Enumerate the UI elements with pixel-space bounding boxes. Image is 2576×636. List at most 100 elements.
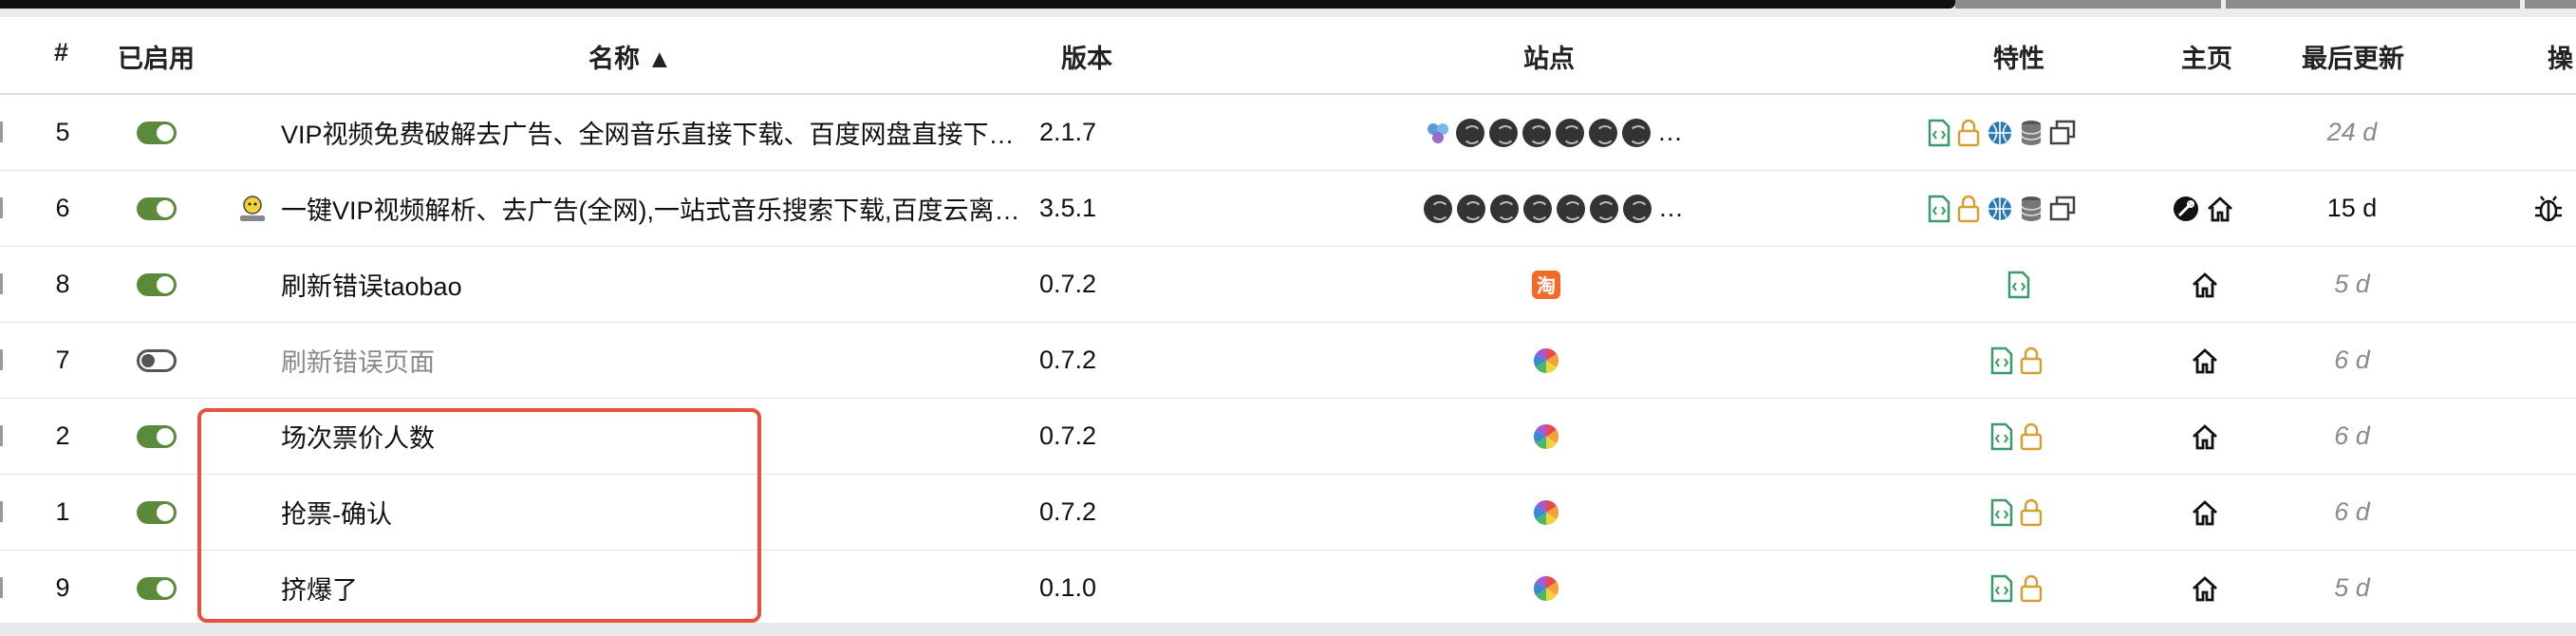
table-row[interactable]: 6 一键VIP视频解析、去广告(全网),一站式音乐搜索下载,百度云离… 3.5.…: [0, 171, 2576, 247]
script-file-icon: [1989, 574, 2014, 603]
header-updated[interactable]: 最后更新: [2302, 38, 2404, 75]
enable-toggle[interactable]: [135, 399, 178, 474]
home-icon[interactable]: [2205, 194, 2235, 224]
bug-icon[interactable]: [2532, 171, 2576, 246]
script-version: 3.5.1: [1039, 194, 1097, 222]
table-row[interactable]: 5 VIP视频免费破解去广告、全网音乐直接下载、百度网盘直接下… 2.1.7 ……: [0, 95, 2576, 171]
home-icon[interactable]: [2162, 551, 2248, 626]
header-name[interactable]: 名称 ▲: [588, 38, 672, 75]
globe-icon: [1986, 195, 2014, 223]
header-sites[interactable]: 站点: [1523, 38, 1575, 75]
user-logo-icon: [233, 171, 271, 246]
feature-icons: [1927, 95, 2145, 170]
top-tab-strip: [0, 0, 2576, 17]
row-edge-marker: [0, 501, 3, 522]
enable-toggle[interactable]: [135, 95, 178, 170]
script-file-icon: [1927, 195, 1951, 223]
table-row[interactable]: 2 场次票价人数 0.7.2 6 d: [0, 399, 2576, 475]
script-name[interactable]: 挤爆了: [281, 551, 1031, 626]
rainbow-site-icon: [1530, 345, 1562, 377]
script-name[interactable]: 一键VIP视频解析、去广告(全网),一站式音乐搜索下载,百度云离…: [281, 171, 1031, 246]
site-icons: [1530, 399, 1805, 474]
row-num: 8: [55, 270, 70, 298]
header-actions[interactable]: 操: [2548, 38, 2573, 75]
row-edge-marker: [0, 349, 3, 370]
lock-icon: [1955, 195, 1982, 223]
row-num: 2: [55, 421, 70, 450]
script-name[interactable]: 场次票价人数: [281, 399, 1031, 474]
site-globe-icon: [1490, 194, 1519, 223]
site-icons: [1530, 551, 1805, 626]
script-version: 0.7.2: [1039, 497, 1097, 526]
header-features[interactable]: 特性: [1993, 38, 2044, 75]
script-name[interactable]: VIP视频免费破解去广告、全网音乐直接下载、百度网盘直接下…: [281, 95, 1031, 170]
home-icon[interactable]: [2162, 399, 2248, 474]
enable-toggle[interactable]: [135, 247, 178, 322]
row-num: 5: [55, 118, 70, 146]
site-icons: [1530, 475, 1805, 550]
site-globe-icon: [1522, 118, 1551, 147]
last-updated: 24 d: [2326, 118, 2378, 146]
script-name[interactable]: 刷新错误页面: [281, 323, 1031, 398]
row-edge-marker: [0, 577, 3, 598]
top-tab-segment: [1955, 0, 2221, 9]
rainbow-site-icon: [1530, 496, 1562, 529]
enable-toggle[interactable]: [135, 551, 178, 626]
home-icon[interactable]: [2162, 247, 2248, 322]
lock-icon: [1955, 119, 1982, 147]
last-updated: 6 d: [2334, 497, 2370, 526]
table-row[interactable]: 1 抢票-确认 0.7.2 6 d: [0, 475, 2576, 551]
script-version: 0.7.2: [1039, 346, 1097, 374]
row-num: 9: [55, 573, 70, 602]
script-file-icon: [1989, 498, 2014, 527]
last-updated: 6 d: [2334, 421, 2370, 450]
last-updated: 5 d: [2334, 573, 2370, 602]
script-version: 0.7.2: [1039, 270, 1097, 298]
enable-toggle[interactable]: [135, 323, 178, 398]
row-num: 7: [55, 346, 70, 374]
database-icon: [2018, 195, 2044, 223]
lock-icon: [2018, 346, 2044, 375]
script-version: 2.1.7: [1039, 118, 1097, 146]
row-edge-marker: [0, 122, 3, 142]
script-file-icon: [1989, 346, 2014, 375]
rainbow-site-icon: [1530, 421, 1562, 453]
script-name[interactable]: 刷新错误taobao: [281, 247, 1031, 322]
feature-icons: [1927, 171, 2145, 246]
top-tab-active: [0, 0, 1955, 9]
site-globe-icon: [1589, 118, 1617, 147]
site-icons: …: [1424, 95, 1699, 170]
header-version[interactable]: 版本: [1061, 38, 1112, 75]
header-num[interactable]: #: [54, 38, 68, 67]
enable-toggle[interactable]: [135, 475, 178, 550]
site-globe-icon: [1556, 118, 1584, 147]
window-icon: [2048, 195, 2077, 223]
homepage-links: [2162, 171, 2248, 246]
site-globe-icon: [1557, 194, 1585, 223]
gear-icon[interactable]: [2171, 194, 2201, 224]
header-homepage[interactable]: 主页: [2181, 38, 2232, 75]
script-version: 0.7.2: [1039, 421, 1097, 450]
site-icons: [1530, 323, 1805, 398]
table-row[interactable]: 8 刷新错误taobao 0.7.2 淘 5 d: [0, 247, 2576, 323]
database-icon: [2018, 119, 2044, 147]
table-row[interactable]: 9 挤爆了 0.1.0 5 d: [0, 551, 2576, 627]
lock-icon: [2018, 422, 2044, 451]
header-enabled[interactable]: 已启用: [118, 38, 195, 75]
site-globe-icon: [1622, 118, 1651, 147]
site-globe-icon: [1623, 194, 1652, 223]
site-icons: 淘: [1530, 247, 1805, 322]
site-more: …: [1658, 194, 1684, 222]
svg-text:淘: 淘: [1537, 274, 1556, 297]
taobao-icon: 淘: [1530, 269, 1562, 301]
site-globe-icon: [1457, 194, 1485, 223]
site-logo-icon: [1424, 119, 1452, 147]
table-row[interactable]: 7 刷新错误页面 0.7.2 6 d: [0, 323, 2576, 399]
script-name[interactable]: 抢票-确认: [281, 475, 1031, 550]
window-icon: [2048, 119, 2077, 147]
horizontal-scrollbar[interactable]: [0, 623, 2576, 636]
home-icon[interactable]: [2162, 323, 2248, 398]
home-icon[interactable]: [2162, 475, 2248, 550]
row-num: 1: [55, 497, 70, 526]
enable-toggle[interactable]: [135, 171, 178, 246]
